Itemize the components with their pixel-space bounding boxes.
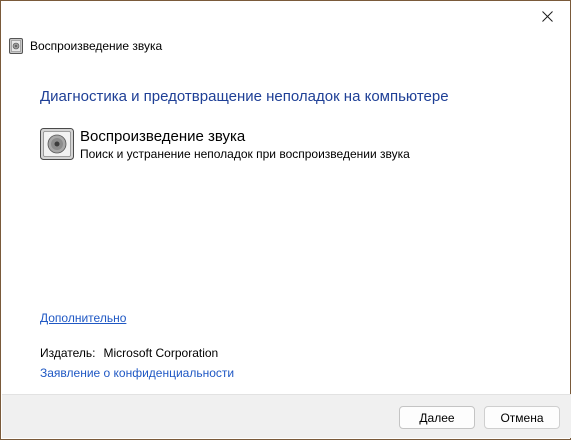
close-button[interactable]: [524, 1, 570, 31]
cancel-button[interactable]: Отмена: [484, 406, 560, 429]
troubleshooter-item-audio[interactable]: Воспроизведение звука Поиск и устранение…: [40, 128, 410, 161]
window-title: Воспроизведение звука: [30, 39, 163, 53]
speaker-icon: [40, 128, 74, 160]
troubleshooter-item-text: Воспроизведение звука Поиск и устранение…: [80, 128, 410, 161]
next-button[interactable]: Далее: [399, 406, 475, 429]
advanced-link[interactable]: Дополнительно: [40, 311, 126, 325]
troubleshooter-item-title: Воспроизведение звука: [80, 128, 246, 145]
publisher-label: Издатель:: [40, 346, 96, 360]
publisher-info: Издатель: Microsoft Corporation: [40, 346, 218, 360]
publisher-value: Microsoft Corporation: [103, 346, 219, 360]
troubleshooter-window: Воспроизведение звука Диагностика и пред…: [0, 0, 571, 440]
privacy-statement-link[interactable]: Заявление о конфиденциальности: [40, 366, 234, 380]
button-bar: Далее Отмена: [2, 394, 571, 438]
speaker-icon: [9, 38, 23, 54]
window-header: Воспроизведение звука: [9, 38, 162, 54]
page-heading: Диагностика и предотвращение неполадок н…: [40, 88, 449, 105]
title-bar: [1, 1, 570, 31]
troubleshooter-item-description: Поиск и устранение неполадок при воспрои…: [80, 147, 410, 161]
close-icon: [541, 10, 553, 22]
